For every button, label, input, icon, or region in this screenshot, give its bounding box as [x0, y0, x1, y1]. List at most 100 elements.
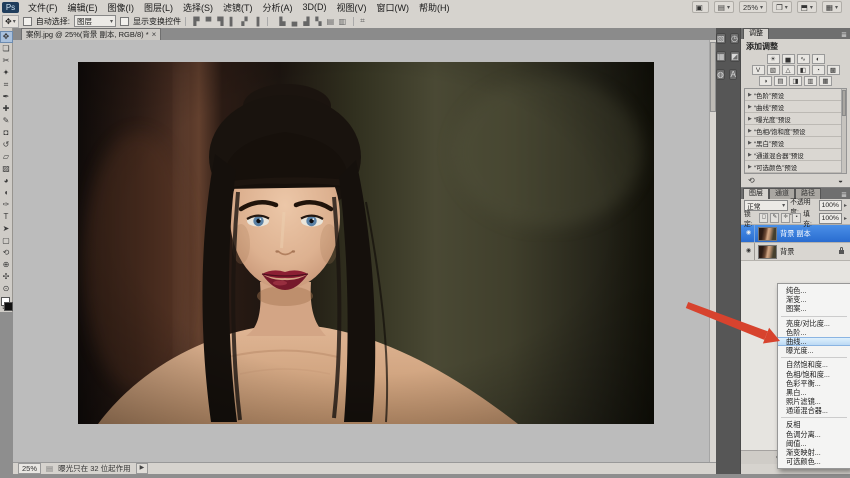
distribute-icon-1[interactable]: ▙ [278, 17, 287, 26]
vibrance-icon[interactable]: V [752, 65, 765, 75]
menu-item-brightness-contrast[interactable]: 亮度/对比度... [778, 319, 850, 328]
menu-item-solid-color[interactable]: 纯色... [778, 286, 850, 295]
clone-stamp-tool[interactable]: ◘ [0, 127, 13, 139]
selective-color-icon[interactable]: ▦ [819, 76, 832, 86]
orbit-3d-tool[interactable]: ⊕ [0, 259, 13, 271]
type-tool[interactable]: T [0, 211, 13, 223]
menu-image[interactable]: 图像(I) [103, 1, 140, 14]
curves-presets-row[interactable]: ▶ “曲线”预设 [745, 101, 846, 113]
presets-scrollbar-thumb[interactable] [842, 90, 846, 116]
distribute-icon-5[interactable]: ▤ [326, 17, 335, 26]
canvas-area[interactable] [13, 40, 709, 462]
menu-item-color-balance[interactable]: 色彩平衡... [778, 379, 850, 388]
dock-panel-icon-3[interactable]: ▦ [716, 51, 726, 62]
distribute-icon-3[interactable]: ▟ [302, 17, 311, 26]
status-zoom-field[interactable]: 25% [18, 463, 41, 474]
dodge-tool[interactable]: ◖ [0, 187, 13, 199]
menu-select[interactable]: 选择(S) [178, 1, 218, 14]
clip-to-layer-icon[interactable]: ◒ [838, 176, 843, 185]
menu-item-posterize[interactable]: 色调分离... [778, 430, 850, 439]
rotate-3d-tool[interactable]: ⟲ [0, 247, 13, 259]
auto-align-icon[interactable]: ⌗ [358, 16, 367, 26]
menu-file[interactable]: 文件(F) [23, 1, 63, 14]
dock-panel-icon-5[interactable]: ◍ [716, 69, 725, 80]
close-icon[interactable]: × [152, 30, 157, 39]
zoom-level-button[interactable]: 25% ▾ [739, 1, 767, 13]
history-brush-tool[interactable]: ↺ [0, 139, 13, 151]
distribute-icon-4[interactable]: ▚ [314, 17, 323, 26]
zoom-tool[interactable]: ⊙ [0, 283, 13, 295]
hue-saturation-presets-row[interactable]: ▶ “色相/饱和度”预设 [745, 125, 846, 137]
menu-help[interactable]: 帮助(H) [414, 1, 455, 14]
distribute-icon-6[interactable]: ▥ [338, 17, 347, 26]
menu-item-photo-filter[interactable]: 照片滤镜... [778, 397, 850, 406]
menu-layer[interactable]: 图层(L) [139, 1, 178, 14]
menu-item-selective-color[interactable]: 可选颜色... [778, 457, 850, 466]
menu-item-gradient[interactable]: 渐变... [778, 295, 850, 304]
tab-layers[interactable]: 图层 [743, 188, 769, 199]
menu-edit[interactable]: 编辑(E) [63, 1, 103, 14]
tab-adjustments[interactable]: 调整 [743, 28, 769, 39]
lock-pixels-icon[interactable]: ✎ [770, 213, 779, 223]
black-white-icon[interactable]: ◧ [797, 65, 810, 75]
fill-field[interactable]: 100% [819, 213, 842, 224]
menu-item-pattern[interactable]: 图案... [778, 304, 850, 313]
opacity-slider-icon[interactable]: ▸ [844, 202, 847, 209]
vertical-scrollbar[interactable] [709, 40, 716, 462]
brush-tool[interactable]: ✎ [0, 115, 13, 127]
menu-3d[interactable]: 3D(D) [298, 2, 332, 12]
align-icon-2[interactable]: ▀ [204, 17, 213, 26]
levels-presets-row[interactable]: ▶ “色阶”预设 [745, 89, 846, 101]
dock-panel-icon-character[interactable]: A [729, 69, 736, 80]
lock-transparency-icon[interactable]: ◻ [759, 213, 768, 223]
menu-item-hue-saturation[interactable]: 色相/饱和度... [778, 370, 850, 379]
switch-panel-view-icon[interactable]: ⟲ [748, 176, 755, 185]
brightness-contrast-icon[interactable]: ☀ [767, 54, 780, 64]
black-white-presets-row[interactable]: ▶ “黑白”预设 [745, 137, 846, 149]
menu-item-gradient-map[interactable]: 渐变映射... [778, 448, 850, 457]
menu-item-curves[interactable]: 曲线... [778, 337, 850, 346]
show-transform-checkbox[interactable] [120, 17, 129, 26]
presets-scrollbar[interactable] [841, 89, 846, 173]
panel-menu-icon[interactable]: ≣ [841, 31, 850, 39]
view-extras-button[interactable]: ▤ ▾ [714, 1, 734, 13]
exposure-presets-row[interactable]: ▶ “曝光度”预设 [745, 113, 846, 125]
menu-item-levels[interactable]: 色阶... [778, 328, 850, 337]
posterize-icon[interactable]: ▤ [774, 76, 787, 86]
align-icon-6[interactable]: ▐ [252, 17, 261, 26]
channel-mixer-icon[interactable]: ▩ [827, 65, 840, 75]
hand-tool[interactable]: ✣ [0, 271, 13, 283]
arrange-documents-button[interactable]: ❐ ▾ [772, 1, 792, 13]
lasso-tool[interactable]: ✂ [0, 55, 13, 67]
curves-icon[interactable]: ∿ [797, 54, 810, 64]
path-selection-tool[interactable]: ➤ [0, 223, 13, 235]
color-swatches[interactable] [0, 297, 13, 300]
menu-analysis[interactable]: 分析(A) [258, 1, 298, 14]
dock-panel-icon-2[interactable]: ◷ [730, 33, 739, 44]
screen-mode-button[interactable]: ⬒ ▾ [797, 1, 817, 13]
threshold-icon[interactable]: ◨ [789, 76, 802, 86]
fill-slider-icon[interactable]: ▸ [844, 215, 847, 222]
auto-select-dropdown[interactable]: 图层 ▾ [74, 15, 116, 27]
blur-tool[interactable]: ◕ [0, 175, 13, 187]
gradient-map-icon[interactable]: ▥ [804, 76, 817, 86]
opacity-field[interactable]: 100% [819, 200, 842, 211]
eraser-tool[interactable]: ▱ [0, 151, 13, 163]
hue-saturation-icon[interactable]: ▧ [767, 65, 780, 75]
marquee-tool[interactable]: ❏ [0, 43, 13, 55]
menu-item-vibrance[interactable]: 自然饱和度... [778, 360, 850, 369]
lock-position-icon[interactable]: ✛ [781, 213, 790, 223]
dock-panel-icon-4[interactable]: ◩ [730, 51, 740, 62]
selective-color-presets-row[interactable]: ▶ “可选颜色”预设 [745, 161, 846, 173]
menu-item-channel-mixer[interactable]: 通道混合器... [778, 406, 850, 415]
layer-thumbnail[interactable] [758, 245, 777, 259]
auto-select-checkbox[interactable] [23, 17, 32, 26]
align-icon-5[interactable]: ▞ [240, 17, 249, 26]
quick-selection-tool[interactable]: ✦ [0, 67, 13, 79]
menu-filter[interactable]: 滤镜(T) [218, 1, 258, 14]
background-color-swatch[interactable] [4, 302, 13, 311]
align-icon-4[interactable]: ▌ [228, 17, 237, 26]
align-icon-1[interactable]: ▛ [192, 17, 201, 26]
dock-panel-icon-1[interactable]: ▧ [716, 33, 726, 44]
move-tool[interactable]: ✥ [0, 31, 13, 43]
